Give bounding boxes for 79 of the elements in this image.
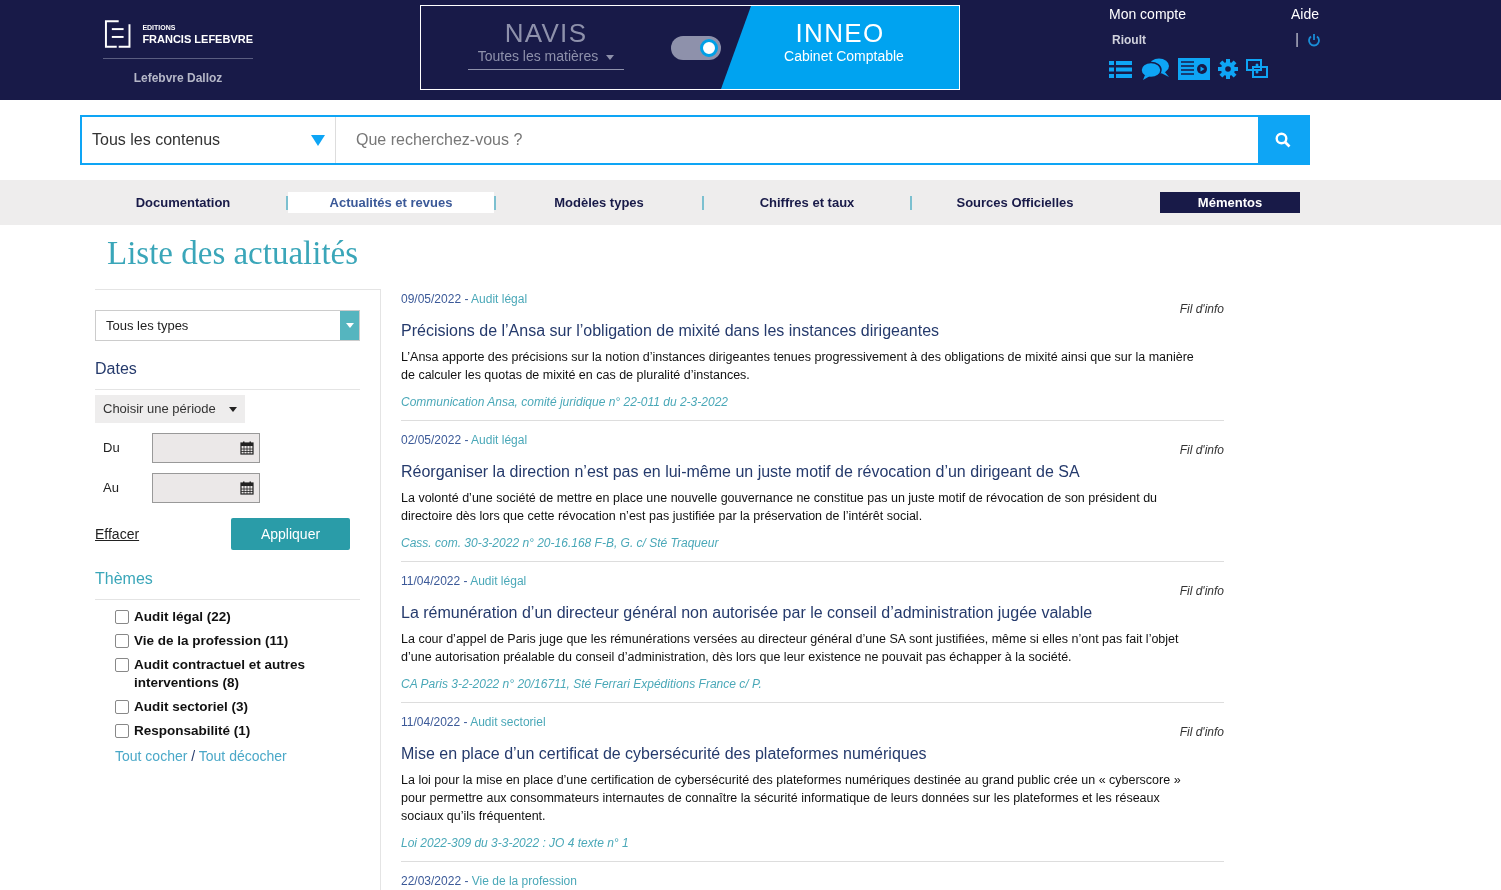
theme-checkbox[interactable] <box>115 610 129 624</box>
theme-checkbox[interactable] <box>115 724 129 738</box>
article-reference: Communication Ansa, comité juridique n° 22-011 du 2-3-2022 <box>401 394 729 411</box>
separator: | <box>1295 30 1299 49</box>
article-reference: Loi 2022-309 du 3-3-2022 : JO 4 texte n° 1 <box>401 835 630 852</box>
article-summary: La volonté d’une société de mettre en place une nouvelle gouvernance ne constitue pas un juste motif de révocation de son président du directoire dès lors que cette révocation n’est pas justifiée par la préservation de l’intérêt social. <box>401 490 1159 525</box>
category-dash: - <box>462 715 469 729</box>
user-name: Rioult <box>1111 31 1146 49</box>
source-type: Fil d'info <box>1179 301 1224 318</box>
nav-tab[interactable]: Mémentos <box>1160 192 1300 213</box>
product-toggle[interactable] <box>671 35 721 60</box>
caret-icon <box>606 53 615 60</box>
nav-tab[interactable]: Modèles types <box>496 192 702 213</box>
calendar-icon[interactable] <box>240 481 254 495</box>
article-title[interactable]: Réorganiser la direction n’est pas en lui-même un juste motif de révocation d’un dirigeant de SA <box>401 461 1224 483</box>
date-label: Au <box>102 479 120 498</box>
inneo-title: INNEO <box>795 20 885 46</box>
nav-tab[interactable]: Chiffres et taux <box>704 192 910 213</box>
source-type: Fil d'info <box>1179 442 1224 459</box>
search-icon <box>1275 132 1291 148</box>
article-title[interactable]: Précisions de l’Ansa sur l’obligation de mixité dans les instances dirigeantes <box>401 320 1224 342</box>
clear-link[interactable]: Effacer <box>95 523 140 545</box>
date-label: Du <box>102 439 121 458</box>
category-dash: - <box>462 574 469 588</box>
themes-heading: Thèmes <box>95 567 360 600</box>
article-title[interactable]: La rémunération d’un directeur général non autorisée par le conseil d’administration jugée valable <box>401 602 1224 624</box>
article-date: 11/04/2022 <box>401 574 461 588</box>
theme-checkbox[interactable] <box>115 700 129 714</box>
nav-tab[interactable]: Sources Officielles <box>912 192 1118 213</box>
settings-icon[interactable] <box>1218 59 1238 79</box>
article-date: 11/04/2022 <box>401 715 461 729</box>
help-link[interactable]: Aide <box>1290 4 1319 25</box>
source-type: Fil d'info <box>1179 724 1224 741</box>
video-document-icon[interactable] <box>1178 58 1210 80</box>
screens-icon[interactable] <box>1246 59 1268 79</box>
inneo-subtitle: Cabinet Comptable <box>783 47 904 66</box>
chat-icon[interactable] <box>1140 58 1170 80</box>
navis-title[interactable]: NAVIS <box>504 20 588 46</box>
theme-label: Audit légal (22) <box>134 608 232 626</box>
nav-tab[interactable]: Documentation <box>80 192 286 213</box>
theme-label: Responsabilité (1) <box>134 722 252 740</box>
category-dash: - <box>463 292 470 306</box>
brand-name: FRANCIS LEFEBVRE <box>142 33 253 45</box>
group-name: Lefebvre Dalloz <box>133 71 223 85</box>
dates-heading: Dates <box>95 357 360 390</box>
period-select[interactable]: Choisir une période <box>95 395 245 423</box>
article-date: 02/05/2022 <box>401 433 462 447</box>
article-summary: La loi pour la mise en place d’une certification de cybersécurité des plateformes numériques destinée au grand public crée un « cyberscore » pour permettre aux consommateurs internautes de connaître la sécurité informatique de leurs données sur les plateformes et les réseaux sociaux qu’ils fréquentent. <box>401 772 1182 825</box>
theme-label: Vie de la profession (11) <box>134 632 290 650</box>
calendar-icon[interactable] <box>240 441 254 455</box>
separator: / <box>191 748 196 764</box>
article-summary: La cour d’appel de Paris juge que les rémunérations versées au directeur général d’une SA sont justifiées, même si elles n’ont pas fait l’objet d’une autorisation préalable du conseil d’administration, dès lors que leur existence ne pouvait pas échapper à la société. <box>401 631 1180 666</box>
category-dash: - <box>463 433 470 447</box>
article-summary: L’Ansa apporte des précisions sur la notion d’instances dirigeantes tenues progressivement à des obligations de mixité ainsi que sur la manière de calculer les quotas de mixité en cas de pluralité d’instances. <box>401 349 1195 384</box>
list-icon[interactable] <box>1109 59 1132 79</box>
search-bar[interactable]: Tous les contenus Que recherchez-vous ? <box>80 115 1310 165</box>
category-dash: - <box>463 874 470 888</box>
search-button[interactable] <box>1258 117 1308 163</box>
theme-checkbox[interactable] <box>115 658 129 672</box>
caret-icon <box>229 406 237 412</box>
caret-icon <box>345 323 354 328</box>
date-field[interactable] <box>152 473 260 503</box>
theme-checkbox[interactable] <box>115 634 129 648</box>
date-field[interactable] <box>152 433 260 463</box>
source-type: Fil d'info <box>1179 583 1224 600</box>
caret-icon <box>311 134 325 146</box>
article-date: 09/05/2022 <box>401 292 462 306</box>
theme-label: Audit contractuel et autres interventions (8) <box>134 656 307 692</box>
account-link[interactable]: Mon compte <box>1109 4 1187 25</box>
nav-tab[interactable]: Actualités et revues <box>288 192 494 213</box>
article-reference: Cass. com. 30-3-2022 n° 20-16.168 F-B, G. c/ Sté Traqueur <box>401 535 720 552</box>
page-title: Liste des actualités <box>106 234 360 273</box>
article-date: 22/03/2022 <box>401 874 462 888</box>
article-title[interactable]: Mise en place d’un certificat de cybersécurité des plateformes numériques <box>401 743 1224 765</box>
type-select[interactable]: Tous les types <box>95 310 360 341</box>
article-reference: CA Paris 3-2-2022 n° 20/16711, Sté Ferrari Expéditions France c/ P. <box>401 676 763 693</box>
theme-label: Audit sectoriel (3) <box>134 698 250 716</box>
power-icon[interactable] <box>1307 32 1321 47</box>
subject-select[interactable]: Toutes les matières <box>477 46 599 67</box>
